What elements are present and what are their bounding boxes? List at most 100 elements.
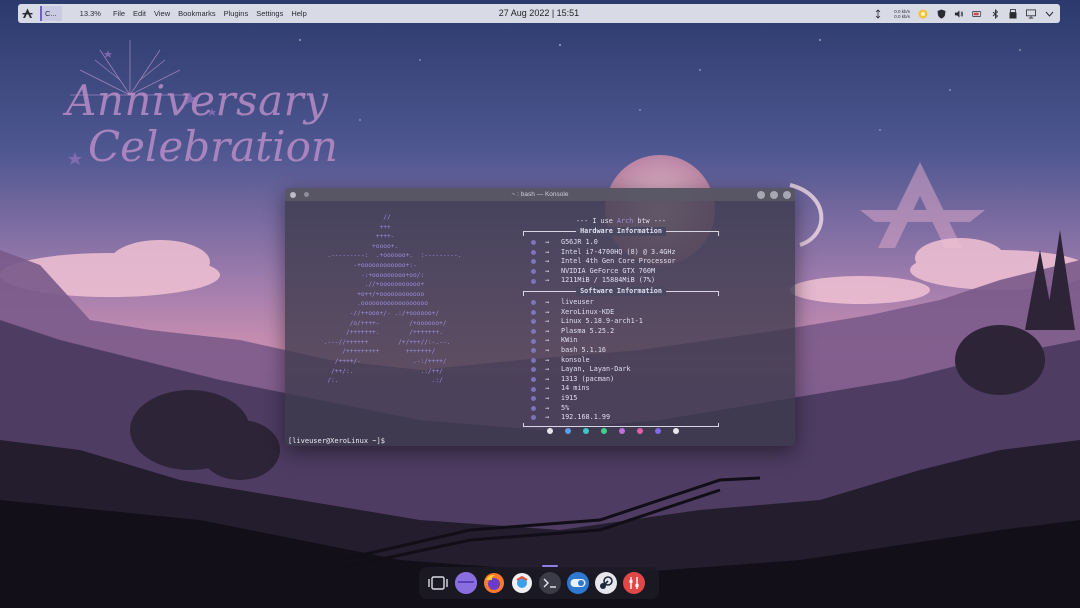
arrow: → [545,365,550,374]
updates-icon[interactable] [918,9,928,19]
hardware-header: Hardware Information [523,227,719,237]
info-value: i915 [561,393,578,402]
terminal-area[interactable]: // +++ ++++- +oooo+. .---------: .+ooooo… [285,201,795,446]
bluetooth-icon[interactable] [990,8,1000,19]
menu-plugins[interactable]: Plugins [224,9,249,18]
palette-color-dot [619,428,625,434]
network-rates: 0.0 kb/s 0.0 kb/s [894,9,910,19]
info-value: Plasma 5.25.2 [561,326,615,335]
top-panel: C... 13.3% File Edit View Bookmarks Plug… [18,4,1060,23]
palette-color-dot [565,428,571,434]
overview-icon[interactable] [427,572,449,594]
info-icon [531,377,536,383]
info-value: konsole [561,355,590,364]
info-row: → XeroLinux-KDE [523,308,719,318]
battery-icon[interactable] [972,9,982,19]
menu-bookmarks[interactable]: Bookmarks [178,9,216,18]
info-row: → Layan, Layan-Dark [523,365,719,375]
info-value: liveuser [561,297,594,306]
fetch-info: --- I use Arch btw --- Hardware Informat… [523,217,719,431]
banner-suffix: btw --- [633,217,667,225]
browser-icon[interactable] [511,572,533,594]
arch-ascii-logo: // +++ ++++- +oooo+. .---------: .+ooooo… [323,214,462,385]
firefox-icon[interactable] [483,572,505,594]
info-row: → KWin [523,336,719,346]
info-value: NVIDIA GeForce GTX 760M [561,266,656,275]
info-row: → Linux 5.18.9-arch1-1 [523,317,719,327]
info-icon [531,338,536,344]
info-row: → Plasma 5.25.2 [523,327,719,337]
task-label: C... [45,9,57,18]
info-icon [531,278,536,284]
settings-icon[interactable] [623,572,645,594]
info-row: → Intel i7-4700HQ (8) @ 3.4GHz [523,248,719,258]
arrow: → [545,297,550,306]
info-value: 14 mins [561,384,590,393]
info-value: 1211MiB / 15884MiB (7%) [561,276,656,285]
info-row: → NVIDIA GeForce GTX 760M [523,267,719,277]
steam-icon[interactable] [595,572,617,594]
window-title: ~ : bash — Konsole [511,191,569,198]
network-monitor-icon[interactable] [873,8,883,19]
hardware-label: Hardware Information [576,227,666,236]
arrow: → [545,403,550,412]
net-down-rate: 0.0 kb/s [894,13,910,19]
info-row: → 1211MiB / 15884MiB (7%) [523,276,719,286]
usb-icon[interactable] [1008,8,1018,19]
info-row: → 1313 (pacman) [523,375,719,385]
software-label: Software Information [576,286,666,296]
chevron-down-icon[interactable] [1044,9,1054,19]
arrow: → [545,336,550,345]
menu-help[interactable]: Help [291,9,306,18]
arrow: → [545,247,550,256]
info-row: → G56JR 1.0 [523,238,719,248]
info-icon [531,309,536,315]
menu-view[interactable]: View [154,9,170,18]
shell-prompt[interactable]: [liveuser@XeroLinux ~]$ [288,437,385,445]
arrow: → [545,257,550,266]
menu-file[interactable]: File [113,9,125,18]
arrow: → [545,355,550,364]
volume-icon[interactable] [954,9,964,19]
palette-color-dot [637,428,643,434]
dock [419,565,659,599]
cpu-usage-readout: 13.3% [79,9,101,18]
banner-prefix: --- I use [575,217,617,225]
info-row: → i915 [523,394,719,404]
info-icon [531,240,536,246]
arrow: → [545,384,550,393]
info-value: 5% [561,403,570,412]
info-icon [531,396,536,402]
info-icon [531,249,536,255]
xerolinux-logo-icon[interactable] [18,4,36,23]
info-value: Layan, Layan-Dark [561,365,631,374]
info-icon [531,269,536,275]
info-row: → Intel 4th Gen Core Processor [523,257,719,267]
window-titlebar[interactable]: ~ : bash — Konsole [285,188,795,201]
menu-settings[interactable]: Settings [256,9,283,18]
info-value: 192.168.1.99 [561,413,611,422]
info-icon [531,367,536,373]
arrow: → [545,345,550,354]
global-menu: File Edit View Bookmarks Plugins Setting… [113,9,307,18]
banner-arch: Arch [616,217,634,225]
arrow: → [545,413,550,422]
info-value: XeroLinux-KDE [561,307,615,316]
info-row: → 14 mins [523,384,719,394]
arrow: → [545,374,550,383]
launcher-icon[interactable] [455,572,477,594]
info-value: Intel 4th Gen Core Processor [561,257,676,266]
info-row: → konsole [523,356,719,366]
konsole-icon[interactable] [539,565,561,594]
konsole-window[interactable]: ~ : bash — Konsole // +++ ++++- +oooo+. … [285,188,795,446]
info-row: → bash 5.1.16 [523,346,719,356]
menu-edit[interactable]: Edit [133,9,146,18]
display-icon[interactable] [1026,9,1036,19]
info-row: → liveuser [523,298,719,308]
toggle-icon[interactable] [567,572,589,594]
system-tray: 0.0 kb/s 0.0 kb/s [873,8,1060,19]
taskbar-item-konsole[interactable]: C... [40,6,62,21]
shield-icon[interactable] [936,9,946,19]
info-icon [531,259,536,265]
info-row: → 192.168.1.99 [523,413,719,423]
